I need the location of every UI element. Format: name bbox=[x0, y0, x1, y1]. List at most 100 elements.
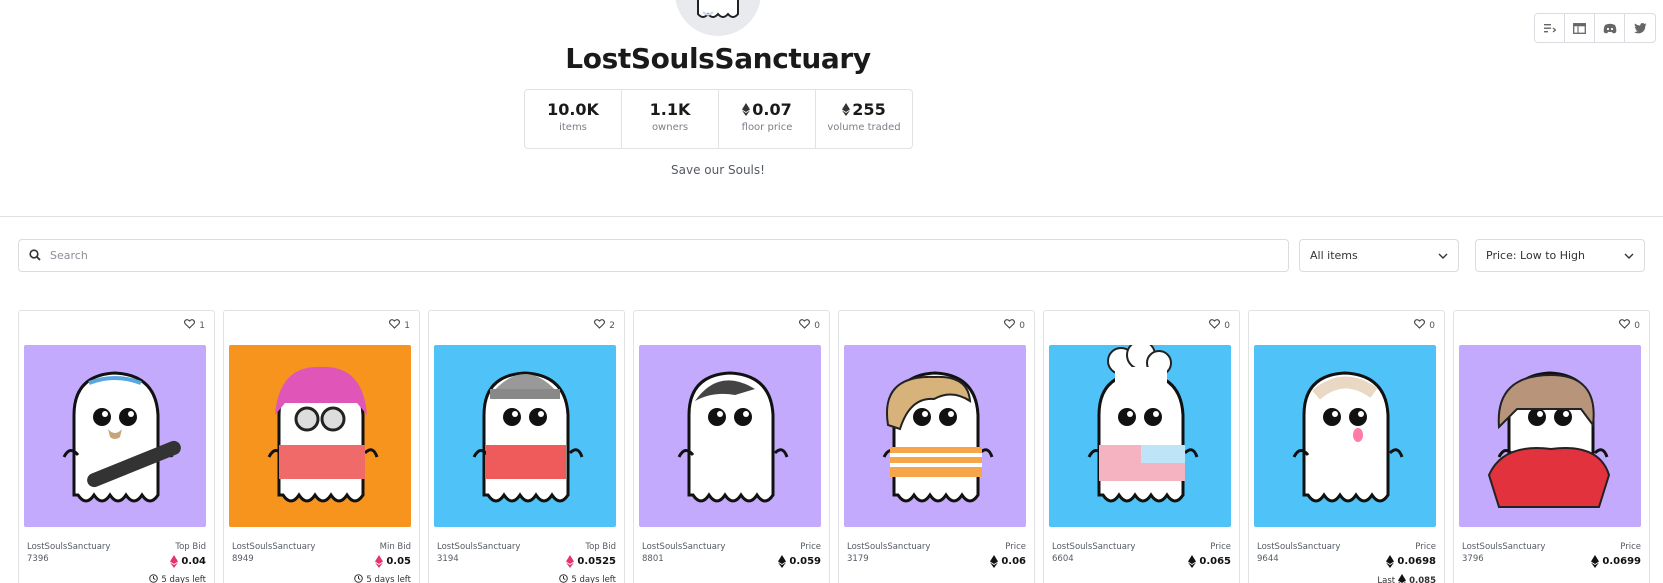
price-label: Price bbox=[1210, 542, 1231, 552]
nft-card[interactable]: 0 LostSoulsSanctuary 8801 Price 0.059 bbox=[633, 310, 830, 583]
items-filter-select[interactable]: All items bbox=[1299, 239, 1459, 272]
nft-image[interactable] bbox=[229, 345, 411, 527]
like-button[interactable]: 0 bbox=[1619, 319, 1640, 332]
collection-name: LostSoulsSanctuary bbox=[642, 542, 726, 552]
card-meta: LostSoulsSanctuary 3194 bbox=[437, 541, 520, 565]
collection-name: LostSoulsSanctuary bbox=[27, 542, 111, 552]
collection-name: LostSoulsSanctuary bbox=[1052, 542, 1136, 552]
card-price: Top Bid 0.04 bbox=[170, 541, 206, 568]
nft-card[interactable]: 0 LostSoulsSanctuary 3179 Price 0.06 bbox=[838, 310, 1035, 583]
nft-image[interactable] bbox=[844, 345, 1026, 527]
eth-icon bbox=[375, 555, 384, 568]
token-id: 3194 bbox=[437, 554, 459, 564]
eth-icon bbox=[778, 555, 787, 568]
heart-icon bbox=[1004, 319, 1016, 332]
token-id: 8949 bbox=[232, 554, 254, 564]
nft-card[interactable]: 0 LostSoulsSanctuary 9644 Price 0.0698 Last 0.… bbox=[1248, 310, 1445, 583]
search-input[interactable] bbox=[50, 249, 1250, 262]
price-value: 0.059 bbox=[778, 555, 821, 568]
price-value: 0.06 bbox=[990, 555, 1026, 568]
token-id: 3179 bbox=[847, 554, 869, 564]
like-button[interactable]: 0 bbox=[1004, 319, 1025, 332]
collection-name: LostSoulsSanctuary bbox=[1462, 542, 1546, 552]
collection-page: LostSoulsSanctuary 10.0K items 1.1K owners 0… bbox=[0, 0, 1663, 583]
nft-image[interactable] bbox=[639, 345, 821, 527]
like-button[interactable]: 1 bbox=[184, 319, 205, 332]
like-button[interactable]: 0 bbox=[799, 319, 820, 332]
card-meta: LostSoulsSanctuary 3179 bbox=[847, 541, 930, 565]
card-price: Price 0.0699 bbox=[1591, 541, 1641, 568]
like-count: 1 bbox=[404, 320, 410, 331]
items-filter-value: All items bbox=[1310, 249, 1358, 262]
heart-icon bbox=[1414, 319, 1426, 332]
eth-icon bbox=[566, 555, 575, 568]
heart-icon bbox=[1619, 319, 1631, 332]
like-count: 0 bbox=[1429, 320, 1435, 331]
price-label: Top Bid bbox=[175, 542, 206, 552]
discord-icon[interactable] bbox=[1595, 14, 1625, 42]
token-id: 8801 bbox=[642, 554, 664, 564]
like-button[interactable]: 0 bbox=[1209, 319, 1230, 332]
stat-box: 1.1K owners bbox=[622, 90, 719, 148]
eth-icon bbox=[742, 103, 751, 116]
price-label: Price bbox=[800, 542, 821, 552]
nft-grid: 1 LostSoulsSanctuary 7396 Top Bid 0.04 5 days… bbox=[18, 310, 1650, 583]
nft-card[interactable]: 1 LostSoulsSanctuary 8949 Min Bid 0.05 5 days… bbox=[223, 310, 420, 583]
nft-card[interactable]: 2 LostSoulsSanctuary 3194 Top Bid 0.0525 5 da… bbox=[428, 310, 625, 583]
auction-timer: 5 days left bbox=[354, 574, 411, 583]
last-price: 0.085 bbox=[1409, 575, 1436, 583]
collection-avatar bbox=[675, 0, 761, 36]
search-icon bbox=[29, 246, 41, 265]
stat-label: owners bbox=[651, 122, 689, 133]
chevron-down-icon bbox=[1624, 249, 1634, 262]
like-button[interactable]: 2 bbox=[594, 319, 615, 332]
heart-icon bbox=[799, 319, 811, 332]
chevron-down-icon bbox=[1438, 249, 1448, 262]
website-icon[interactable] bbox=[1565, 14, 1595, 42]
card-meta: LostSoulsSanctuary 9644 bbox=[1257, 541, 1340, 565]
stat-label: volume traded bbox=[827, 122, 901, 133]
stat-label: floor price bbox=[741, 122, 793, 133]
eth-icon bbox=[990, 555, 999, 568]
twitter-icon[interactable] bbox=[1625, 14, 1655, 42]
card-price: Min Bid 0.05 bbox=[375, 541, 411, 568]
header-divider bbox=[0, 216, 1663, 217]
like-button[interactable]: 0 bbox=[1414, 319, 1435, 332]
nft-image[interactable] bbox=[24, 345, 206, 527]
card-meta: LostSoulsSanctuary 8949 bbox=[232, 541, 315, 565]
nft-image[interactable] bbox=[1254, 345, 1436, 527]
stat-label: items bbox=[559, 122, 587, 133]
activity-icon[interactable] bbox=[1535, 14, 1565, 42]
price-label: Price bbox=[1415, 542, 1436, 552]
search-bar[interactable] bbox=[18, 239, 1289, 272]
last-label: Last bbox=[1377, 575, 1396, 583]
clock-icon bbox=[149, 574, 159, 583]
card-meta: LostSoulsSanctuary 3796 bbox=[1462, 541, 1545, 565]
nft-card[interactable]: 0 LostSoulsSanctuary 6604 Price 0.065 bbox=[1043, 310, 1240, 583]
price-amount: 0.0698 bbox=[1397, 555, 1436, 567]
like-count: 0 bbox=[1224, 320, 1230, 331]
stat-value: 0.07 bbox=[719, 100, 815, 119]
clock-icon bbox=[559, 574, 569, 583]
time-left: 5 days left bbox=[571, 575, 616, 583]
price-value: 0.04 bbox=[170, 555, 206, 568]
collection-name: LostSoulsSanctuary bbox=[1257, 542, 1341, 552]
heart-icon bbox=[594, 319, 606, 332]
nft-image[interactable] bbox=[1049, 345, 1231, 527]
collection-title: LostSoulsSanctuary bbox=[565, 42, 871, 75]
eth-icon bbox=[1591, 555, 1600, 568]
price-label: Min Bid bbox=[379, 542, 411, 552]
nft-image[interactable] bbox=[1459, 345, 1641, 527]
nft-image[interactable] bbox=[434, 345, 616, 527]
like-button[interactable]: 1 bbox=[389, 319, 410, 332]
price-amount: 0.065 bbox=[1199, 555, 1231, 567]
stat-value-text: 1.1K bbox=[649, 100, 691, 119]
heart-icon bbox=[389, 319, 401, 332]
token-id: 9644 bbox=[1257, 554, 1279, 564]
sort-select[interactable]: Price: Low to High bbox=[1475, 239, 1645, 272]
eth-icon bbox=[1386, 555, 1395, 568]
card-meta: LostSoulsSanctuary 7396 bbox=[27, 541, 110, 565]
nft-card[interactable]: 1 LostSoulsSanctuary 7396 Top Bid 0.04 5 days… bbox=[18, 310, 215, 583]
token-id: 7396 bbox=[27, 554, 49, 564]
nft-card[interactable]: 0 LostSoulsSanctuary 3796 Price 0.0699 bbox=[1453, 310, 1650, 583]
